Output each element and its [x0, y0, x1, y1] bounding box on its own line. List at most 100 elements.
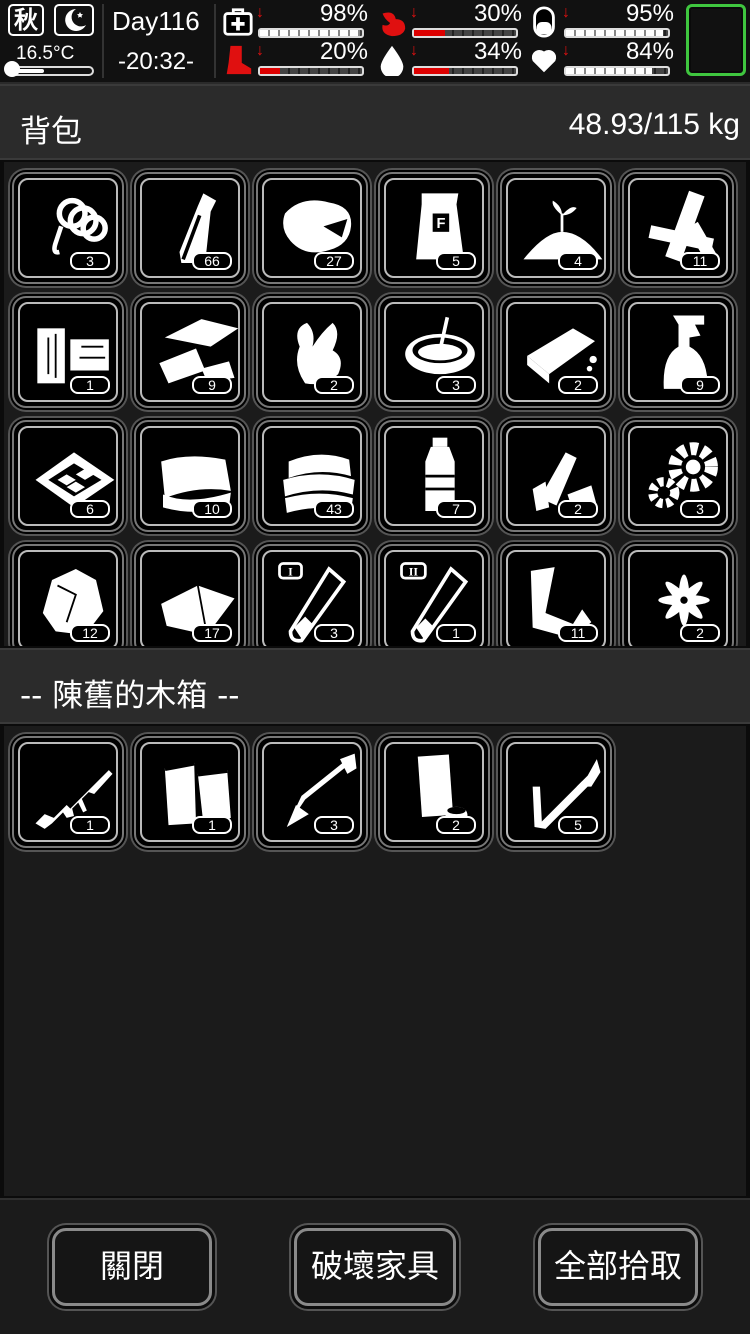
- item-count: 2: [436, 816, 476, 834]
- item-slot[interactable]: 66: [134, 172, 246, 284]
- item-slot[interactable]: 2: [622, 544, 734, 646]
- item-slot[interactable]: 4: [500, 172, 612, 284]
- item-slot[interactable]: 7: [378, 420, 490, 532]
- item-slot[interactable]: 3: [12, 172, 124, 284]
- stat-bar: [258, 66, 364, 76]
- item-slot[interactable]: 17: [134, 544, 246, 646]
- stat-value: 30%: [473, 0, 522, 27]
- decreasing-arrow-icon: ↓: [410, 4, 418, 21]
- item-count: 2: [558, 500, 598, 518]
- item-frame: F5: [384, 178, 484, 278]
- item-slot[interactable]: 1: [134, 736, 246, 848]
- item-frame: 7: [384, 426, 484, 526]
- item-slot[interactable]: 27: [256, 172, 368, 284]
- item-slot[interactable]: I3: [256, 544, 368, 646]
- item-slot[interactable]: 3: [622, 420, 734, 532]
- destroy-furniture-button[interactable]: 破壞家具: [294, 1228, 456, 1306]
- item-slot[interactable]: 2: [256, 296, 368, 408]
- carry-weight: 48.93/115 kg: [568, 108, 740, 141]
- stat-hunger: ↓ 30%: [376, 0, 526, 40]
- temperature-label: 16.5°C: [16, 43, 75, 64]
- item-frame: 9: [140, 302, 240, 402]
- stat-value: 84%: [625, 38, 674, 65]
- item-count: 27: [314, 252, 354, 270]
- item-frame: 1: [18, 742, 118, 842]
- item-frame: II 1: [384, 550, 484, 646]
- season-badge: 秋: [8, 4, 44, 36]
- take-all-button[interactable]: 全部拾取: [538, 1228, 698, 1306]
- item-count: 6: [70, 500, 110, 518]
- item-count: 3: [680, 500, 720, 518]
- container-grid[interactable]: 1 1 3 2 5: [4, 726, 746, 1196]
- decreasing-arrow-icon: ↓: [256, 4, 264, 21]
- item-count: 3: [436, 376, 476, 394]
- action-bar: 關閉 破壞家具 全部拾取: [0, 1198, 750, 1334]
- item-slot[interactable]: 5: [500, 736, 612, 848]
- item-count: 3: [314, 816, 354, 834]
- divider: [214, 4, 216, 78]
- stomach-icon: [376, 6, 408, 38]
- item-slot[interactable]: 43: [256, 420, 368, 532]
- backpack-header: 背包 48.93/115 kg: [0, 84, 750, 160]
- stat-medicine: ↓ 95%: [528, 0, 678, 40]
- stat-bar: [412, 66, 518, 76]
- item-slot[interactable]: 6: [12, 420, 124, 532]
- item-frame: 3: [628, 426, 728, 526]
- item-slot[interactable]: 1: [12, 296, 124, 408]
- item-slot[interactable]: 2: [500, 420, 612, 532]
- leg-icon: [222, 44, 254, 76]
- decreasing-arrow-icon: ↓: [410, 42, 418, 59]
- item-frame: 3: [18, 178, 118, 278]
- item-slot[interactable]: 3: [378, 296, 490, 408]
- stat-bar: [564, 28, 670, 38]
- item-count: 7: [436, 500, 476, 518]
- item-slot[interactable]: 11: [622, 172, 734, 284]
- item-frame: 2: [262, 302, 362, 402]
- item-frame: 2: [384, 742, 484, 842]
- item-slot[interactable]: II 1: [378, 544, 490, 646]
- decreasing-arrow-icon: ↓: [256, 42, 264, 59]
- item-slot[interactable]: 12: [12, 544, 124, 646]
- equipped-slot[interactable]: [686, 4, 746, 76]
- item-slot[interactable]: 2: [378, 736, 490, 848]
- item-slot[interactable]: 2: [500, 296, 612, 408]
- item-frame: 1: [140, 742, 240, 842]
- item-count: 9: [680, 376, 720, 394]
- backpack-title: 背包: [20, 114, 82, 150]
- item-count: 10: [192, 500, 232, 518]
- item-frame: 5: [506, 742, 606, 842]
- item-count: 1: [70, 816, 110, 834]
- svg-text:I: I: [288, 564, 293, 578]
- thermometer-bulb-icon: [4, 61, 20, 77]
- item-slot[interactable]: 9: [134, 296, 246, 408]
- svg-text:II: II: [409, 564, 419, 578]
- stat-value: 95%: [625, 0, 674, 27]
- item-frame: I3: [262, 550, 362, 646]
- item-frame: 10: [140, 426, 240, 526]
- status-hud: 秋 16.5°C Day116 -20:32- ↓ 98% ↓ 30% ↓ 95% ↓ 20%…: [0, 0, 750, 84]
- item-slot[interactable]: 9: [622, 296, 734, 408]
- item-slot[interactable]: 11: [500, 544, 612, 646]
- item-count: 2: [558, 376, 598, 394]
- item-count: 17: [192, 624, 232, 642]
- stat-mood: ↓ 84%: [528, 38, 678, 78]
- decreasing-arrow-icon: ↓: [562, 42, 570, 59]
- item-frame: 2: [628, 550, 728, 646]
- item-count: 11: [558, 624, 598, 642]
- backpack-grid[interactable]: 3 66 27 F 5 4 11 1 9 2 3 2 9 6 10 43 7 2 3 12 17 I 3 II 1 11 2: [4, 162, 746, 646]
- stat-health: ↓ 98%: [222, 0, 372, 40]
- item-frame: 11: [628, 178, 728, 278]
- item-count: 1: [70, 376, 110, 394]
- item-frame: 17: [140, 550, 240, 646]
- item-count: 5: [436, 252, 476, 270]
- item-frame: 4: [506, 178, 606, 278]
- close-button[interactable]: 關閉: [52, 1228, 212, 1306]
- stat-value: 20%: [319, 38, 368, 65]
- item-slot[interactable]: 3: [256, 736, 368, 848]
- item-slot[interactable]: 1: [12, 736, 124, 848]
- item-count: 1: [192, 816, 232, 834]
- stat-bar: [564, 66, 670, 76]
- decreasing-arrow-icon: ↓: [562, 4, 570, 21]
- item-slot[interactable]: 10: [134, 420, 246, 532]
- item-slot[interactable]: F5: [378, 172, 490, 284]
